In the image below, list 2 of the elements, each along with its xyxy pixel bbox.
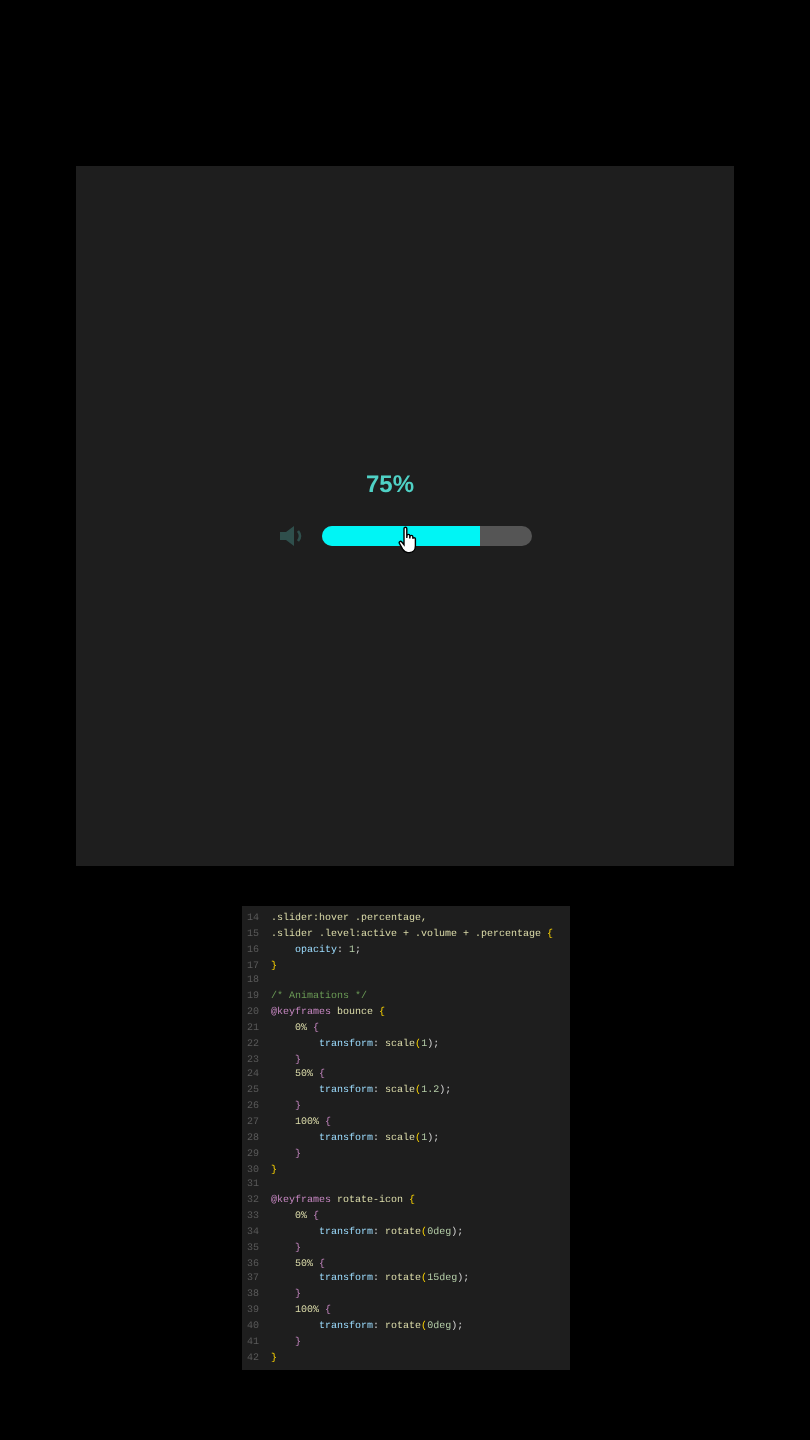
percentage-label: 75% bbox=[366, 470, 417, 498]
hand-cursor-icon bbox=[398, 526, 420, 554]
